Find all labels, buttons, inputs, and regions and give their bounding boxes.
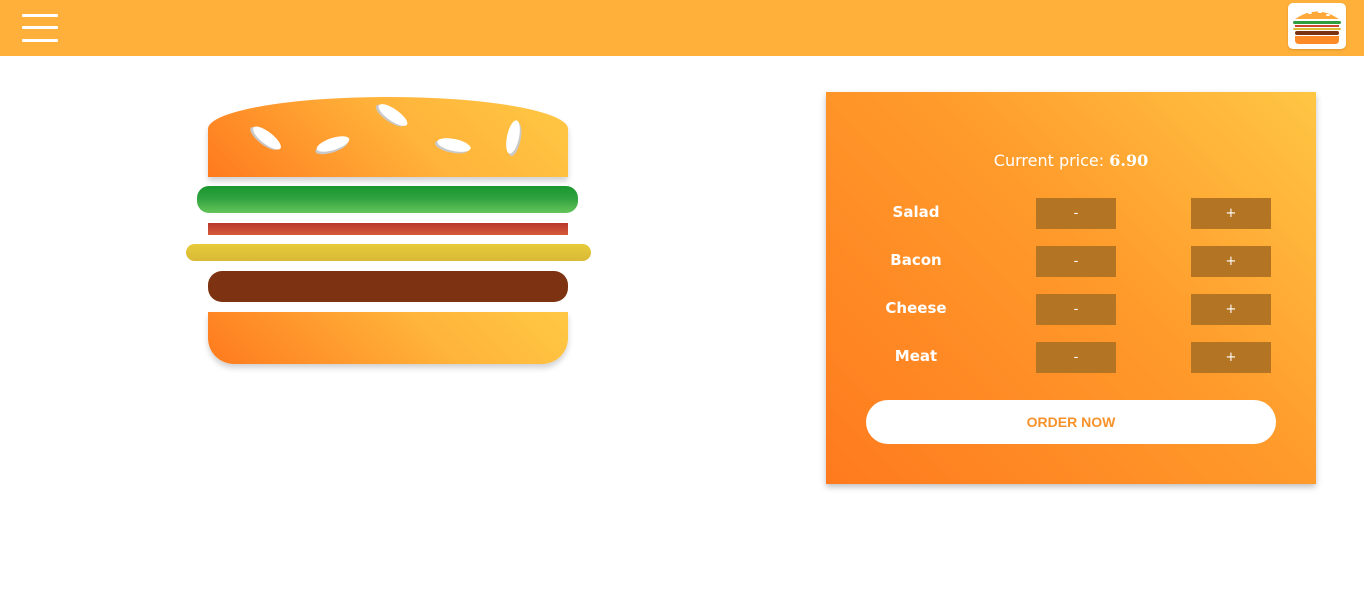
cheese-less-button[interactable]: - [1036,294,1116,325]
salad-less-button[interactable]: - [1036,198,1116,229]
build-controls-panel: Current price: 6.90 Salad - + Bacon - + … [826,92,1316,484]
meat-less-button[interactable]: - [1036,342,1116,373]
price-value: 6.90 [1109,151,1149,170]
salad-more-button[interactable]: + [1191,198,1271,229]
ingredient-row-meat: Meat - + [826,341,1316,373]
burger-logo-icon[interactable] [1288,3,1346,49]
sesame-seed [503,119,523,155]
cheese-layer [186,244,591,261]
ingredient-label: Bacon [890,251,942,269]
order-now-button[interactable]: ORDER NOW [866,400,1276,444]
current-price: Current price: 6.90 [826,151,1316,170]
bacon-less-button[interactable]: - [1036,246,1116,277]
sesame-seed [436,135,472,155]
ingredient-row-cheese: Cheese - + [826,293,1316,325]
ingredient-row-salad: Salad - + [826,197,1316,229]
bread-bottom [208,312,568,364]
burger-logo-graphic [1293,11,1341,44]
top-toolbar [0,0,1364,56]
bread-top [208,97,568,177]
menu-line [22,14,58,17]
hamburger-menu-icon[interactable] [22,14,58,42]
menu-line [22,26,58,29]
meat-more-button[interactable]: + [1191,342,1271,373]
bacon-layer [208,223,568,235]
cheese-more-button[interactable]: + [1191,294,1271,325]
ingredient-label: Cheese [885,299,947,317]
sesame-seed [375,100,411,130]
ingredient-row-bacon: Bacon - + [826,245,1316,277]
burger-preview [180,95,600,375]
ingredient-label: Meat [894,347,938,365]
bacon-more-button[interactable]: + [1191,246,1271,277]
sesame-seed [314,133,352,155]
ingredient-label: Salad [892,203,940,221]
sesame-seed [249,122,285,154]
salad-layer [197,186,578,213]
price-label: Current price: [993,151,1105,170]
menu-line [22,39,58,42]
meat-layer [208,271,568,302]
